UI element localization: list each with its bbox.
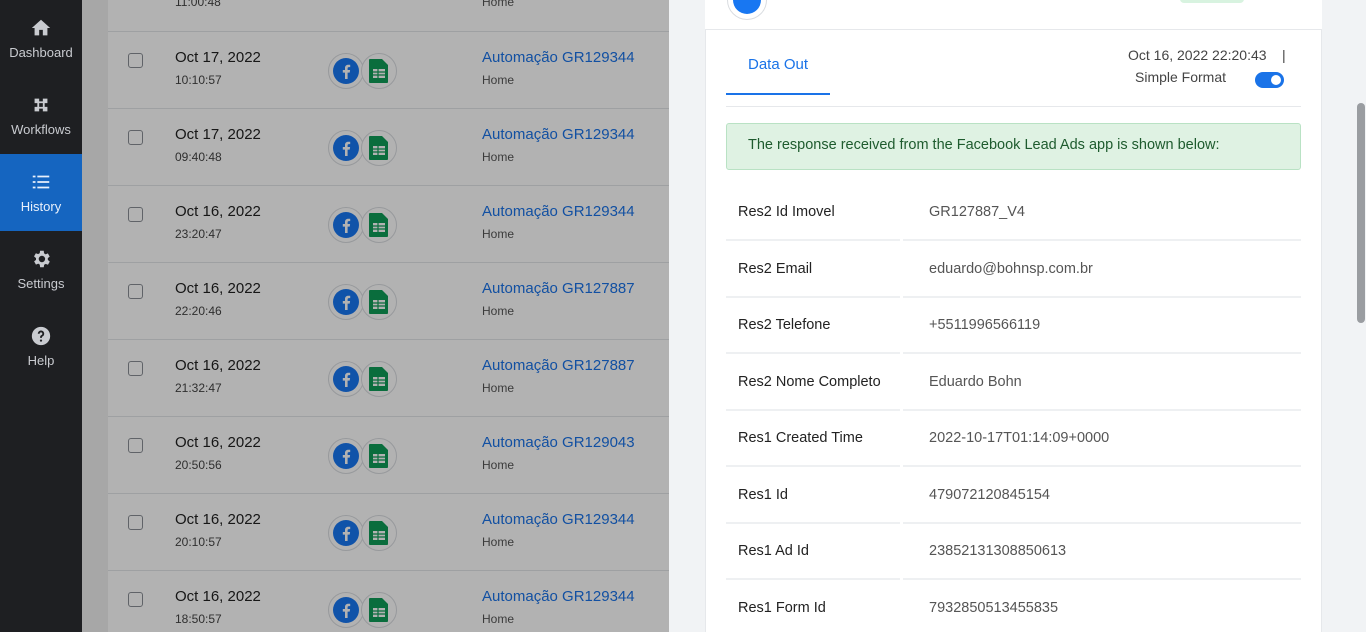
simple-format-toggle[interactable] <box>1255 72 1284 88</box>
history-icon <box>32 175 50 189</box>
response-alert: The response received from the Facebook … <box>726 123 1301 170</box>
sidebar-item-label: Settings <box>17 276 65 291</box>
simple-format-label: Simple Format <box>1135 69 1227 85</box>
field-value: 23852131308850613 <box>903 524 1301 580</box>
home-icon <box>31 19 51 36</box>
sidebar-item-label: Workflows <box>11 122 71 137</box>
data-field-row: Res1 Id 479072120845154 <box>726 468 1301 525</box>
data-field-row: Res2 Telefone +5511996566119 <box>726 298 1301 355</box>
sidebar-item-history[interactable]: History <box>0 154 82 231</box>
data-field-row: Res2 Nome Completo Eduardo Bohn <box>726 355 1301 412</box>
field-value: +5511996566119 <box>903 298 1301 354</box>
status-badge <box>1180 0 1244 3</box>
field-key: Res1 Id <box>726 468 900 524</box>
scrollbar-thumb[interactable] <box>1357 103 1365 323</box>
tab-data-out[interactable]: Data Out <box>726 56 830 95</box>
help-icon <box>31 326 51 346</box>
tab-divider <box>726 106 1301 107</box>
data-field-row: Res1 Ad Id 23852131308850613 <box>726 524 1301 581</box>
workflows-icon <box>34 98 48 112</box>
field-value: GR127887_V4 <box>903 185 1301 241</box>
field-value: 2022-10-17T01:14:09+0000 <box>903 411 1301 467</box>
sidebar-item-workflows[interactable]: Workflows <box>0 77 82 154</box>
field-key: Res2 Id Imovel <box>726 185 900 241</box>
data-field-row: Res1 Created Time 2022-10-17T01:14:09+000… <box>726 411 1301 468</box>
sidebar-item-label: Help <box>27 353 55 368</box>
sidebar-item-dashboard[interactable]: Dashboard <box>0 0 82 77</box>
data-field-row: Res2 Id Imovel GR127887_V4 <box>726 185 1301 242</box>
field-key: Res1 Ad Id <box>726 524 900 580</box>
separator: | <box>1282 47 1286 63</box>
field-value: 7932850513455835 <box>903 581 1301 632</box>
sidebar: Dashboard Workflows History Settings Hel… <box>0 0 82 632</box>
field-key: Res2 Nome Completo <box>726 355 900 411</box>
sidebar-item-settings[interactable]: Settings <box>0 231 82 308</box>
sidebar-item-help[interactable]: Help <box>0 308 82 385</box>
field-key: Res1 Form Id <box>726 581 900 632</box>
field-key: Res1 Created Time <box>726 411 900 467</box>
detail-card-header <box>705 0 1322 30</box>
toggle-knob <box>1271 75 1281 85</box>
field-value: 479072120845154 <box>903 468 1301 524</box>
data-field-row: Res1 Form Id 7932850513455835 <box>726 581 1301 632</box>
gear-icon <box>34 250 50 268</box>
data-field-row: Res2 Email eduardo@bohnsp.com.br <box>726 242 1301 299</box>
field-value: Eduardo Bohn <box>903 355 1301 411</box>
field-key: Res2 Email <box>726 242 900 298</box>
facebook-icon <box>727 0 767 20</box>
sidebar-item-label: Dashboard <box>9 45 73 60</box>
detail-timestamp: Oct 16, 2022 22:20:43 <box>1128 47 1267 63</box>
field-key: Res2 Telefone <box>726 298 900 354</box>
field-value: eduardo@bohnsp.com.br <box>903 242 1301 298</box>
sidebar-item-label: History <box>20 199 62 214</box>
modal-backdrop[interactable] <box>82 0 669 632</box>
